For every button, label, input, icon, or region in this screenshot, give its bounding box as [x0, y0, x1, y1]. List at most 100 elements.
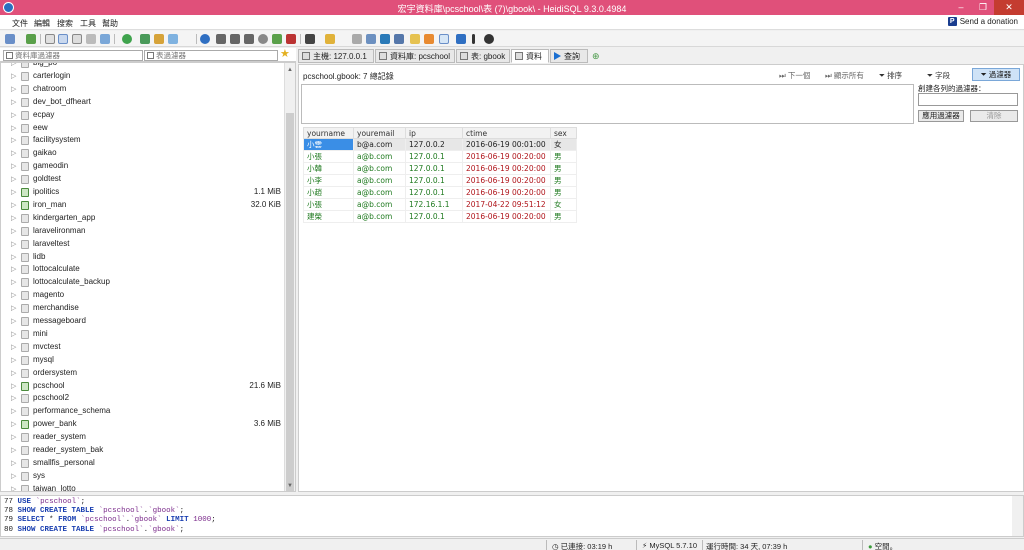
expand-arrow-icon[interactable]: ▷ [11, 394, 16, 402]
table-row[interactable]: 小雲 b@a.com 127.0.0.2 2016-06-19 00:01:00 女 [303, 138, 577, 151]
tree-item-merchandise[interactable]: ▷ merchandise [1, 302, 283, 315]
tree-item-laraveltest[interactable]: ▷ laraveltest [1, 238, 283, 251]
refresh-icon[interactable] [122, 34, 132, 44]
expand-arrow-icon[interactable]: ▷ [11, 98, 16, 106]
cell-sex[interactable]: 男 [550, 162, 577, 175]
column-header-sex[interactable]: sex [550, 127, 577, 139]
expand-arrow-icon[interactable]: ▷ [11, 278, 16, 286]
scroll-thumb[interactable] [286, 113, 294, 491]
cell-ctime[interactable]: 2016-06-19 00:20:00 [462, 150, 551, 163]
table-row[interactable]: 小李 a@b.com 127.0.0.1 2016-06-19 00:20:00 男 [303, 174, 577, 187]
info-icon[interactable] [200, 34, 210, 44]
cell-sex[interactable]: 女 [550, 138, 577, 151]
print-icon[interactable] [72, 34, 82, 44]
expand-arrow-icon[interactable]: ▷ [11, 72, 16, 80]
tree-item-sys[interactable]: ▷ sys [1, 470, 283, 483]
cell-yourname[interactable]: 小雲 [303, 138, 354, 151]
expand-arrow-icon[interactable]: ▷ [11, 227, 16, 235]
format-icon[interactable] [394, 34, 404, 44]
expand-arrow-icon[interactable]: ▷ [11, 369, 16, 377]
tab-host[interactable]: 主機: 127.0.0.1 [298, 49, 374, 63]
cell-ip[interactable]: 172.16.1.1 [405, 198, 463, 211]
tree-item-smallfis-personal[interactable]: ▷ smallfis_personal [1, 457, 283, 470]
tree-item-performance-schema[interactable]: ▷ performance_schema [1, 405, 283, 418]
tree-item-reader-system-bak[interactable]: ▷ reader_system_bak [1, 444, 283, 457]
cell-yourname[interactable]: 小李 [303, 174, 354, 187]
sql-icon[interactable] [366, 34, 376, 44]
expand-arrow-icon[interactable]: ▷ [11, 291, 16, 299]
expand-arrow-icon[interactable]: ▷ [11, 446, 16, 454]
cell-ctime[interactable]: 2016-06-19 00:01:00 [462, 138, 551, 151]
cell-ctime[interactable]: 2016-06-19 00:20:00 [462, 210, 551, 223]
tree-item-mvctest[interactable]: ▷ mvctest [1, 341, 283, 354]
expand-arrow-icon[interactable]: ▷ [11, 343, 16, 351]
tree-item-reader-system[interactable]: ▷ reader_system [1, 431, 283, 444]
column-header-ctime[interactable]: ctime [462, 127, 551, 139]
expand-arrow-icon[interactable]: ▷ [11, 63, 16, 67]
cell-ip[interactable]: 127.0.0.1 [405, 210, 463, 223]
edit-icon[interactable] [410, 34, 420, 44]
menu-help[interactable]: 幫助 [102, 18, 118, 29]
import-icon[interactable] [100, 34, 110, 44]
new-object-icon[interactable] [140, 34, 150, 44]
expand-arrow-icon[interactable]: ▷ [11, 485, 16, 491]
tree-item-chatroom[interactable]: ▷ chatroom [1, 83, 283, 96]
tree-item-big-po[interactable]: ▷ big_po [1, 63, 283, 70]
save-icon[interactable] [352, 34, 362, 44]
cell-youremail[interactable]: b@a.com [353, 138, 406, 151]
tree-item-dev-bot-dfheart[interactable]: ▷ dev_bot_dfheart [1, 96, 283, 109]
table-row[interactable]: 建榮 a@b.com 127.0.0.1 2016-06-19 00:20:00 男 [303, 210, 577, 223]
expand-arrow-icon[interactable]: ▷ [11, 149, 16, 157]
tab-query[interactable]: 查詢 [550, 49, 588, 63]
tree-item-kindergarten-app[interactable]: ▷ kindergarten_app [1, 212, 283, 225]
column-header-youremail[interactable]: youremail [353, 127, 406, 139]
cell-ip[interactable]: 127.0.0.1 [405, 186, 463, 199]
cell-youremail[interactable]: a@b.com [353, 162, 406, 175]
db-filter-input[interactable] [15, 51, 142, 60]
expand-arrow-icon[interactable]: ▷ [11, 407, 16, 415]
cell-ctime[interactable]: 2016-06-19 00:20:00 [462, 174, 551, 187]
expand-arrow-icon[interactable]: ▷ [11, 162, 16, 170]
tree-item-pcschool2[interactable]: ▷ pcschool2 [1, 392, 283, 405]
cell-yourname[interactable]: 小張 [303, 198, 354, 211]
show-all-button[interactable]: ⏭ 顯示所有 [825, 70, 864, 81]
favorites-star-icon[interactable]: ★ [280, 49, 290, 60]
expand-arrow-icon[interactable]: ▷ [11, 85, 16, 93]
tree-item-lidb[interactable]: ▷ lidb [1, 251, 283, 264]
tree-item-gaikao[interactable]: ▷ gaikao [1, 147, 283, 160]
cell-ip[interactable]: 127.0.0.1 [405, 174, 463, 187]
expand-arrow-icon[interactable]: ▷ [11, 382, 16, 390]
clear-filter-button[interactable]: 清除 [970, 110, 1018, 122]
expand-arrow-icon[interactable]: ▷ [11, 420, 16, 428]
tree-item-goldtest[interactable]: ▷ goldtest [1, 173, 283, 186]
tree-item-power-bank[interactable]: ▷ power_bank 3.6 MiB [1, 418, 283, 431]
disconnect-icon[interactable] [484, 34, 494, 44]
first-record-icon[interactable] [216, 34, 226, 44]
table-icon[interactable] [154, 34, 164, 44]
expand-arrow-icon[interactable]: ▷ [11, 304, 16, 312]
cell-yourname[interactable]: 小趙 [303, 186, 354, 199]
copy-icon[interactable] [45, 34, 55, 44]
next-page-button[interactable]: ⏭ 下一個 [779, 70, 810, 81]
sort-button[interactable]: ⏷ 排序 [879, 70, 902, 81]
expand-arrow-icon[interactable]: ▷ [11, 433, 16, 441]
session-manager-icon[interactable] [5, 34, 15, 44]
search-icon[interactable] [325, 34, 335, 44]
table-row[interactable]: 小趙 a@b.com 127.0.0.1 2016-06-19 00:20:00 男 [303, 186, 577, 199]
cell-youremail[interactable]: a@b.com [353, 186, 406, 199]
cell-youremail[interactable]: a@b.com [353, 174, 406, 187]
expand-arrow-icon[interactable]: ▷ [11, 201, 16, 209]
expand-arrow-icon[interactable]: ▷ [11, 459, 16, 467]
expand-arrow-icon[interactable]: ▷ [11, 253, 16, 261]
menu-search[interactable]: 搜索 [57, 18, 73, 29]
close-button[interactable]: ✕ [994, 0, 1024, 15]
cell-youremail[interactable]: a@b.com [353, 150, 406, 163]
menu-file[interactable]: 文件 [12, 18, 28, 29]
cell-sex[interactable]: 女 [550, 198, 577, 211]
cell-yourname[interactable]: 小張 [303, 150, 354, 163]
tree-item-carterlogin[interactable]: ▷ carterlogin [1, 70, 283, 83]
run-query-icon[interactable] [305, 34, 315, 44]
case-icon[interactable] [439, 34, 449, 44]
next-record-icon[interactable] [244, 34, 254, 44]
table-filter-input[interactable] [156, 51, 277, 60]
